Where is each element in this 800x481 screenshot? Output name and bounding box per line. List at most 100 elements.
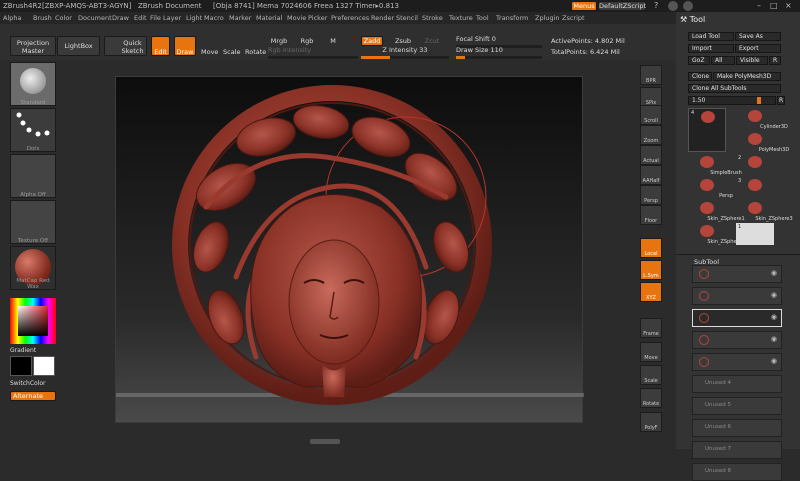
- menu-material[interactable]: Material: [256, 12, 282, 24]
- visibility-eye-icon[interactable]: ◉: [771, 269, 777, 277]
- menu-alpha[interactable]: Alpha: [3, 12, 21, 24]
- brush-thumbnail[interactable]: Standard: [10, 62, 56, 106]
- tool-thumbnail[interactable]: 3: [736, 177, 774, 199]
- edit-button[interactable]: Edit: [151, 36, 170, 56]
- switch-color-button[interactable]: SwitchColor: [10, 380, 46, 387]
- draw-button[interactable]: Draw: [174, 36, 196, 56]
- zsub-button[interactable]: Zsub: [393, 36, 413, 46]
- tool-thumbnail[interactable]: 2: [736, 154, 774, 176]
- menu-render[interactable]: Render: [371, 12, 394, 24]
- import-button[interactable]: Import: [688, 44, 734, 53]
- menu-stencil[interactable]: Stencil: [396, 12, 418, 24]
- menu-brush[interactable]: Brush: [33, 12, 52, 24]
- tool-r-button[interactable]: R: [777, 96, 785, 105]
- move-button[interactable]: Move: [640, 342, 662, 362]
- zcut-button[interactable]: Zcut: [422, 36, 442, 46]
- persp-button[interactable]: Persp: [640, 185, 662, 205]
- tool-thumbnail[interactable]: SimpleBrush: [688, 154, 742, 176]
- zoom-button[interactable]: Zoom: [640, 125, 662, 145]
- subtool-row[interactable]: ◉: [692, 309, 782, 327]
- bottom-tray-handle[interactable]: [310, 439, 340, 444]
- menu-light[interactable]: Light: [186, 12, 202, 24]
- tool-thumbnail[interactable]: Cylinder3D: [736, 108, 788, 130]
- menu-document[interactable]: Document: [78, 12, 112, 24]
- aahalf-button[interactable]: AAHalf: [640, 165, 662, 185]
- tool-thumbnail[interactable]: Skin_ZSphere3: [688, 223, 745, 245]
- clone-button[interactable]: Clone: [688, 72, 712, 81]
- tool-size-slider[interactable]: 1.50: [688, 96, 776, 105]
- local-button[interactable]: Local: [640, 238, 662, 258]
- color-picker[interactable]: [10, 298, 56, 344]
- scale-button[interactable]: Scale: [222, 36, 241, 56]
- goz-button[interactable]: GoZ: [688, 56, 710, 65]
- quick-sketch-button[interactable]: Quick Sketch: [104, 36, 147, 56]
- palette-icon[interactable]: [668, 1, 678, 11]
- subtool-row[interactable]: ◉: [692, 353, 782, 371]
- xyz-button[interactable]: XYZ: [640, 282, 662, 302]
- mrgb-button[interactable]: Mrgb: [268, 36, 290, 46]
- scroll-button[interactable]: Scroll: [640, 105, 662, 125]
- subtool-row[interactable]: Unused 6: [692, 419, 782, 437]
- color-saturation-square[interactable]: [18, 306, 48, 336]
- visibility-eye-icon[interactable]: ◉: [771, 313, 777, 321]
- spix-button[interactable]: SPix: [640, 87, 662, 107]
- texture-thumbnail[interactable]: Texture Off: [10, 200, 56, 244]
- load-tool-button[interactable]: Load Tool: [688, 32, 734, 41]
- menu-texture[interactable]: Texture: [449, 12, 473, 24]
- menu-stroke[interactable]: Stroke: [422, 12, 443, 24]
- export-button[interactable]: Export: [735, 44, 781, 53]
- tool-thumbnail[interactable]: 4: [688, 108, 726, 152]
- rgb-button[interactable]: Rgb: [297, 36, 317, 46]
- floor-button[interactable]: Floor: [640, 205, 662, 225]
- tool-thumbnail[interactable]: 1: [736, 223, 774, 245]
- rotate-button[interactable]: Rotate: [244, 36, 266, 56]
- alpha-thumbnail[interactable]: Alpha Off: [10, 154, 56, 198]
- menu-zplugin[interactable]: Zplugin: [535, 12, 560, 24]
- all-button[interactable]: All: [711, 56, 735, 65]
- rotate-button[interactable]: Rotate: [640, 388, 662, 408]
- alternate-button[interactable]: Alternate: [10, 391, 56, 401]
- draw-size-slider[interactable]: Draw Size 110: [456, 46, 542, 59]
- menu-movie[interactable]: Movie: [287, 12, 306, 24]
- stroke-thumbnail[interactable]: Dots: [10, 108, 56, 152]
- rgb-intensity-slider[interactable]: Rgb Intensity: [268, 46, 358, 59]
- projection-master-button[interactable]: Projection Master: [10, 36, 56, 56]
- tool-thumbnail[interactable]: Skin_ZSphere3: [736, 200, 793, 222]
- save-as-button[interactable]: Save As: [735, 32, 781, 41]
- visibility-eye-icon[interactable]: ◉: [771, 291, 777, 299]
- subtool-row[interactable]: ◉: [692, 265, 782, 283]
- material-thumbnail[interactable]: MatCap Red Wax: [10, 246, 56, 290]
- tool-thumbnail[interactable]: Persp: [688, 177, 733, 199]
- menu-draw[interactable]: Draw: [112, 12, 129, 24]
- bpr-button[interactable]: BPR: [640, 65, 662, 85]
- tool-thumbnail[interactable]: Skin_ZSphere1: [688, 200, 745, 222]
- menu-zscript[interactable]: Zscript: [562, 12, 585, 24]
- visible-button[interactable]: Visible: [736, 56, 768, 65]
- subtool-row[interactable]: Unused 4: [692, 375, 782, 393]
- subtool-row[interactable]: Unused 5: [692, 397, 782, 415]
- subtool-row[interactable]: Unused 8: [692, 463, 782, 481]
- move-button[interactable]: Move: [200, 36, 218, 56]
- lightbox-button[interactable]: LightBox: [57, 36, 100, 56]
- clone-all-subtools-button[interactable]: Clone All SubTools: [688, 84, 781, 93]
- frame-button[interactable]: Frame: [640, 318, 662, 338]
- subtool-row[interactable]: ◉: [692, 287, 782, 305]
- default-zscript-button[interactable]: DefaultZScript: [598, 1, 646, 11]
- visibility-eye-icon[interactable]: ◉: [771, 335, 777, 343]
- menu-picker[interactable]: Picker: [308, 12, 327, 24]
- main-color-swatch[interactable]: [10, 356, 32, 376]
- slider-handle[interactable]: [757, 97, 761, 104]
- actual-button[interactable]: Actual: [640, 145, 662, 165]
- zadd-button[interactable]: Zadd: [361, 36, 383, 46]
- subtool-row[interactable]: ◉: [692, 331, 782, 349]
- minimize-icon[interactable]: –: [757, 0, 761, 12]
- m-button[interactable]: M: [327, 36, 339, 46]
- lsym-button[interactable]: L.Sym: [640, 260, 662, 280]
- menu-file[interactable]: File: [150, 12, 161, 24]
- scale-button[interactable]: Scale: [640, 365, 662, 385]
- polyf-button[interactable]: PolyF: [640, 412, 662, 432]
- menu-layer[interactable]: Layer: [163, 12, 181, 24]
- maximize-icon[interactable]: □: [770, 0, 778, 12]
- menu-macro[interactable]: Macro: [204, 12, 224, 24]
- make-polymesh-button[interactable]: Make PolyMesh3D: [713, 72, 781, 81]
